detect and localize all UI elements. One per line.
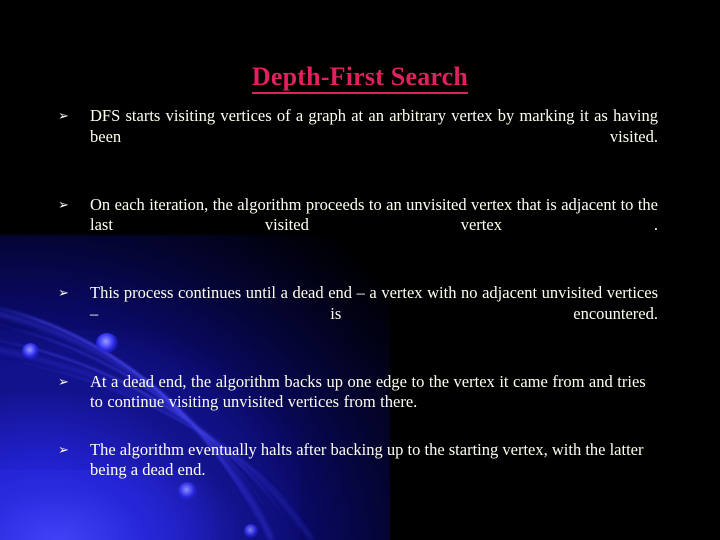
slide-canvas: Depth-First Search ➢ DFS starts visiting… [0, 0, 720, 540]
blue-corner-highlight [0, 470, 240, 540]
glow-dot-icon [244, 524, 258, 538]
list-item: ➢ On each iteration, the algorithm proce… [58, 195, 658, 257]
list-item-text: This process continues until a dead end … [90, 283, 658, 323]
list-item-text: DFS starts visiting vertices of a graph … [90, 106, 658, 146]
list-item-text: On each iteration, the algorithm proceed… [90, 194, 658, 235]
title-container: Depth-First Search [0, 62, 720, 95]
list-item-text: At a dead end, the algorithm backs up on… [90, 371, 646, 412]
arrow-bullet-icon: ➢ [58, 286, 69, 301]
glow-dot-icon [22, 343, 39, 359]
list-item: ➢ DFS starts visiting vertices of a grap… [58, 106, 658, 168]
list-item: ➢ At a dead end, the algorithm backs up … [58, 372, 658, 413]
arrow-bullet-icon: ➢ [58, 109, 69, 124]
list-item: ➢ The algorithm eventually halts after b… [58, 440, 658, 481]
list-item-text: The algorithm eventually halts after bac… [90, 439, 644, 480]
list-item: ➢ This process continues until a dead en… [58, 283, 658, 345]
glow-dot-icon [178, 482, 197, 500]
bullet-list: ➢ DFS starts visiting vertices of a grap… [58, 106, 658, 481]
page-title: Depth-First Search [251, 62, 469, 95]
arrow-bullet-icon: ➢ [58, 442, 69, 458]
arrow-bullet-icon: ➢ [58, 197, 69, 213]
arrow-bullet-icon: ➢ [58, 374, 69, 390]
